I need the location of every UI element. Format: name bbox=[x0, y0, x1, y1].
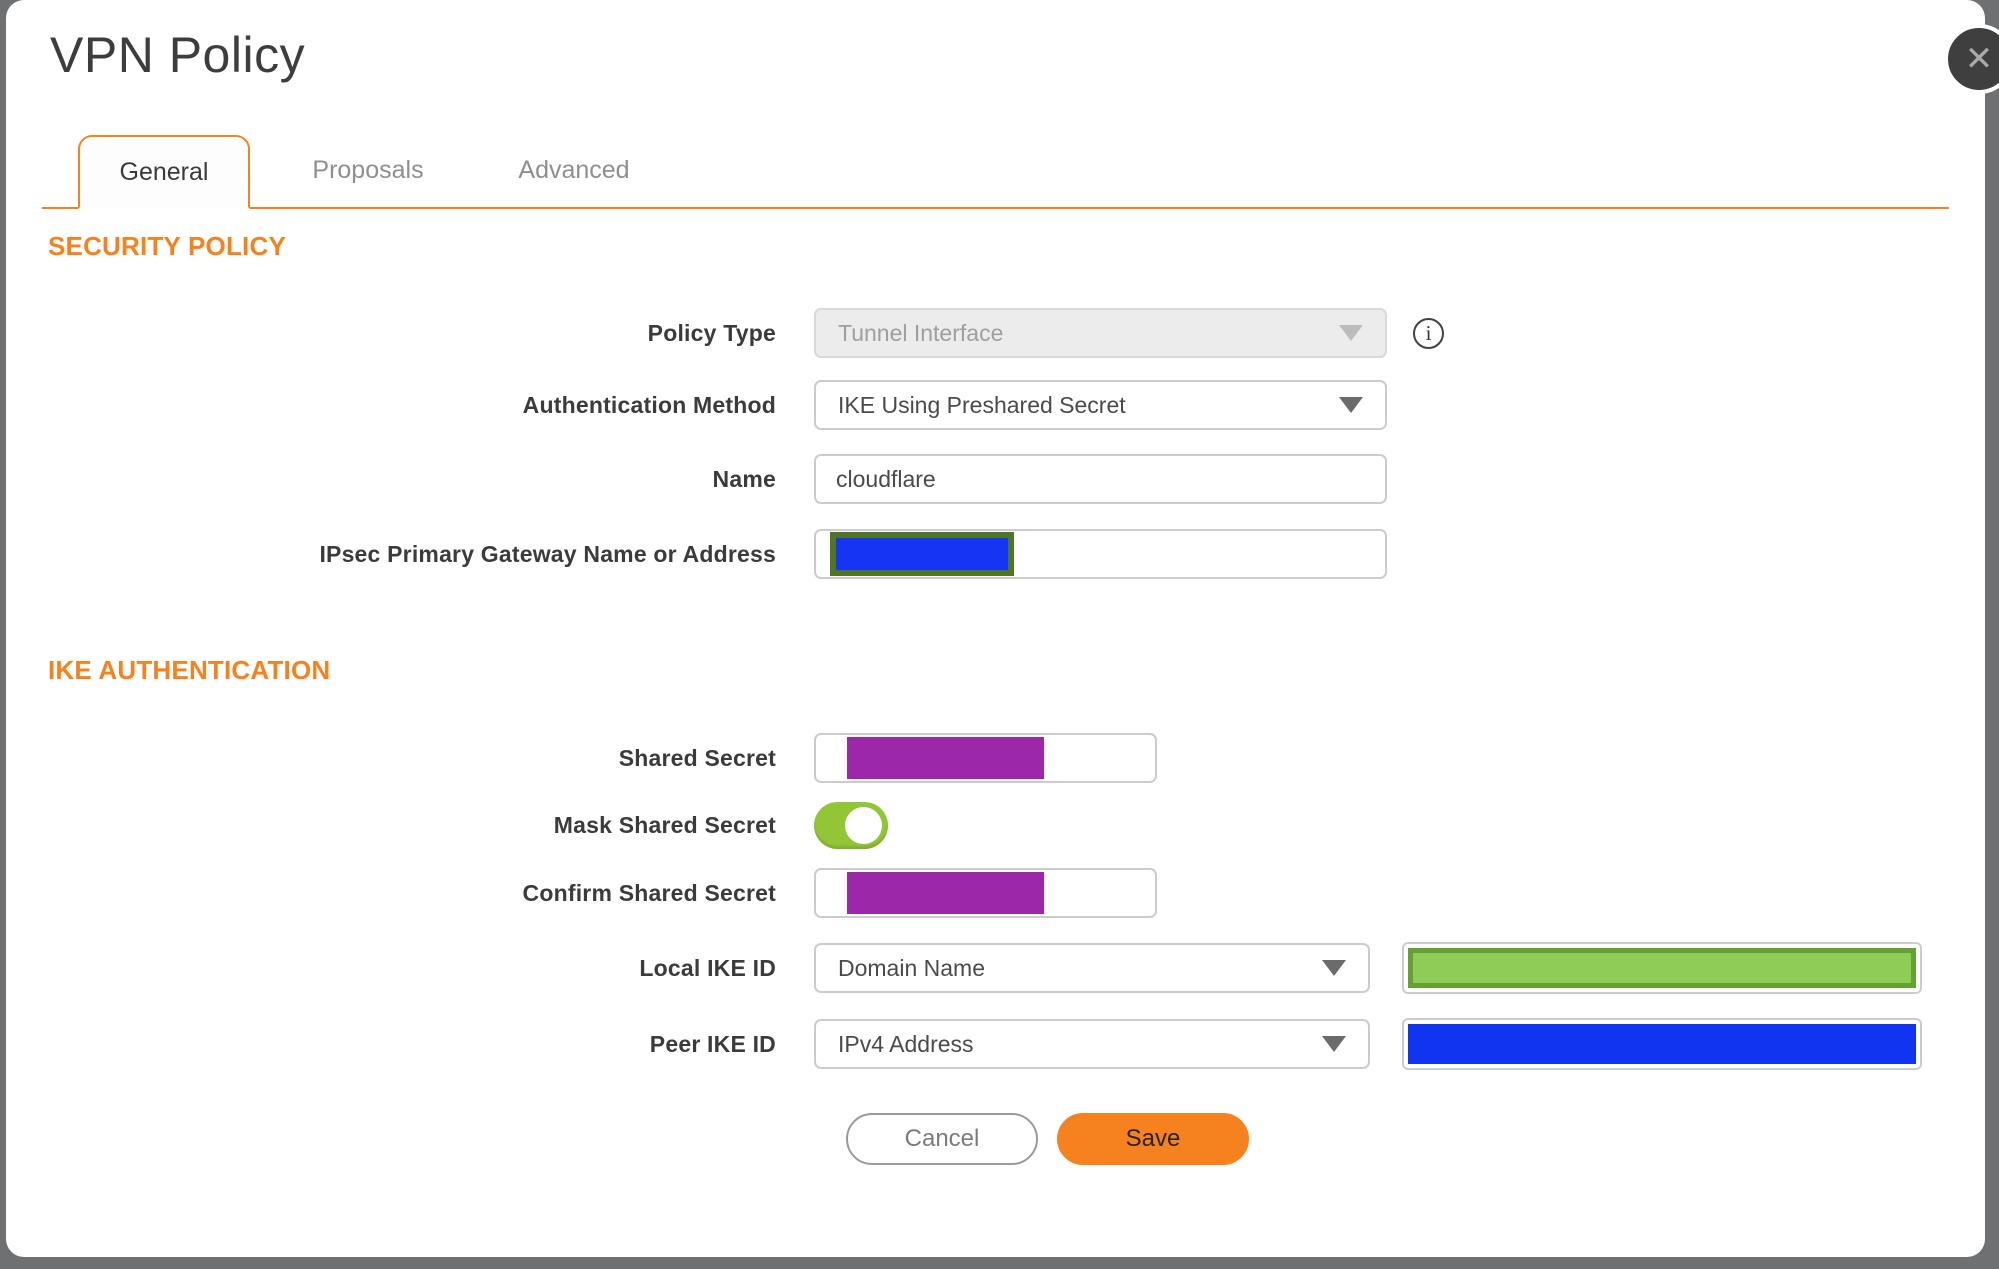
auth-method-value: IKE Using Preshared Secret bbox=[838, 391, 1126, 418]
close-icon: ✕ bbox=[1964, 40, 1994, 78]
peer-ike-id-input[interactable] bbox=[1402, 1018, 1922, 1070]
chevron-down-icon bbox=[1322, 1036, 1346, 1052]
redacted-confirm-shared-secret-value bbox=[847, 872, 1044, 914]
shared-secret-label: Shared Secret bbox=[618, 744, 776, 771]
redacted-gateway-value bbox=[830, 532, 1014, 576]
gateway-input[interactable] bbox=[814, 529, 1387, 579]
name-input[interactable]: cloudflare bbox=[814, 454, 1387, 504]
chevron-down-icon bbox=[1339, 325, 1363, 341]
row-policy-type: Policy Type Tunnel Interface i bbox=[42, 308, 1949, 358]
row-auth-method: Authentication Method IKE Using Preshare… bbox=[42, 380, 1949, 430]
row-confirm-shared-secret: Confirm Shared Secret bbox=[42, 868, 1949, 918]
vpn-policy-dialog: VPN Policy General Proposals Advanced SE… bbox=[6, 0, 1985, 1257]
row-mask-shared-secret: Mask Shared Secret bbox=[42, 802, 1949, 849]
section-heading-ike-authentication: IKE AUTHENTICATION bbox=[48, 655, 331, 685]
auth-method-label: Authentication Method bbox=[522, 391, 776, 418]
row-gateway: IPsec Primary Gateway Name or Address bbox=[42, 529, 1949, 579]
peer-ike-id-select[interactable]: IPv4 Address bbox=[814, 1019, 1370, 1069]
row-name: Name cloudflare bbox=[42, 454, 1949, 504]
tab-proposals[interactable]: Proposals bbox=[280, 133, 456, 207]
policy-type-select: Tunnel Interface bbox=[814, 308, 1387, 358]
tab-proposals-label: Proposals bbox=[312, 155, 424, 184]
tab-general[interactable]: General bbox=[78, 135, 250, 209]
redacted-local-ike-id-value bbox=[1408, 948, 1916, 988]
info-icon[interactable]: i bbox=[1413, 317, 1444, 349]
name-label: Name bbox=[712, 465, 776, 492]
mask-shared-secret-toggle[interactable] bbox=[814, 802, 888, 849]
local-ike-id-select[interactable]: Domain Name bbox=[814, 943, 1370, 993]
redacted-shared-secret-value bbox=[847, 737, 1044, 779]
local-ike-id-type-value: Domain Name bbox=[838, 954, 985, 981]
section-heading-security-policy: SECURITY POLICY bbox=[48, 231, 287, 261]
page-title: VPN Policy bbox=[50, 27, 306, 83]
row-peer-ike-id: Peer IKE ID IPv4 Address bbox=[42, 1018, 1949, 1070]
tab-bar: General Proposals Advanced bbox=[42, 133, 1949, 209]
chevron-down-icon bbox=[1322, 960, 1346, 976]
tab-advanced[interactable]: Advanced bbox=[486, 133, 662, 207]
local-ike-id-label: Local IKE ID bbox=[639, 954, 776, 981]
row-shared-secret: Shared Secret bbox=[42, 733, 1949, 783]
policy-type-value: Tunnel Interface bbox=[838, 319, 1004, 346]
confirm-shared-secret-input[interactable] bbox=[814, 868, 1157, 918]
dialog-actions: Cancel Save bbox=[846, 1113, 1949, 1165]
tab-advanced-label: Advanced bbox=[518, 155, 630, 184]
save-button[interactable]: Save bbox=[1057, 1113, 1249, 1165]
peer-ike-id-label: Peer IKE ID bbox=[649, 1030, 776, 1057]
row-local-ike-id: Local IKE ID Domain Name bbox=[42, 942, 1949, 994]
peer-ike-id-type-value: IPv4 Address bbox=[838, 1030, 974, 1057]
name-value: cloudflare bbox=[836, 465, 936, 492]
cancel-button[interactable]: Cancel bbox=[846, 1113, 1038, 1165]
policy-type-label: Policy Type bbox=[647, 319, 776, 346]
auth-method-select[interactable]: IKE Using Preshared Secret bbox=[814, 380, 1387, 430]
chevron-down-icon bbox=[1339, 397, 1363, 413]
redacted-peer-ike-id-value bbox=[1408, 1024, 1916, 1064]
tab-general-label: General bbox=[119, 157, 209, 186]
confirm-shared-secret-label: Confirm Shared Secret bbox=[522, 879, 776, 906]
dialog-content: SECURITY POLICY Policy Type Tunnel Inter… bbox=[6, 209, 1985, 1165]
toggle-knob bbox=[845, 807, 882, 844]
gateway-label: IPsec Primary Gateway Name or Address bbox=[319, 540, 776, 567]
shared-secret-input[interactable] bbox=[814, 733, 1157, 783]
local-ike-id-input[interactable] bbox=[1402, 942, 1922, 994]
mask-shared-secret-label: Mask Shared Secret bbox=[553, 812, 776, 838]
